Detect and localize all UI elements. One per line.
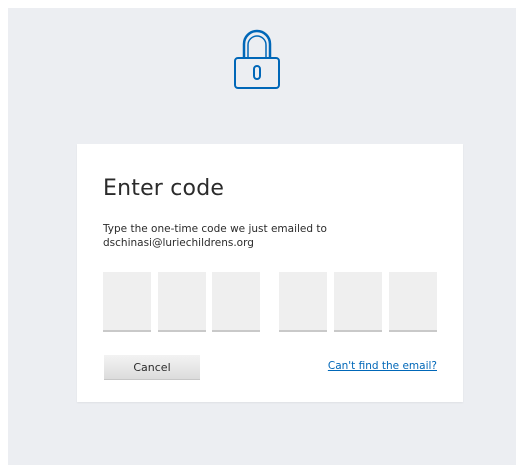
code-digit-5[interactable] — [334, 272, 382, 332]
instructions-text: Type the one-time code we just emailed t… — [103, 223, 327, 235]
instructions: Type the one-time code we just emailed t… — [103, 222, 443, 250]
page-title: Enter code — [103, 176, 225, 201]
code-entry-card: Enter code Type the one-time code we jus… — [77, 144, 463, 402]
lock-icon — [234, 29, 280, 89]
page-background: Enter code Type the one-time code we jus… — [8, 8, 516, 465]
cant-find-email-link[interactable]: Can't find the email? — [328, 360, 437, 372]
code-digit-6[interactable] — [389, 272, 437, 332]
code-digit-4[interactable] — [279, 272, 327, 332]
email-address: dschinasi@luriechildrens.org — [103, 237, 254, 249]
code-digit-2[interactable] — [158, 272, 206, 332]
cancel-button[interactable]: Cancel — [104, 355, 200, 380]
code-digit-1[interactable] — [103, 272, 151, 332]
code-digit-3[interactable] — [212, 272, 260, 332]
